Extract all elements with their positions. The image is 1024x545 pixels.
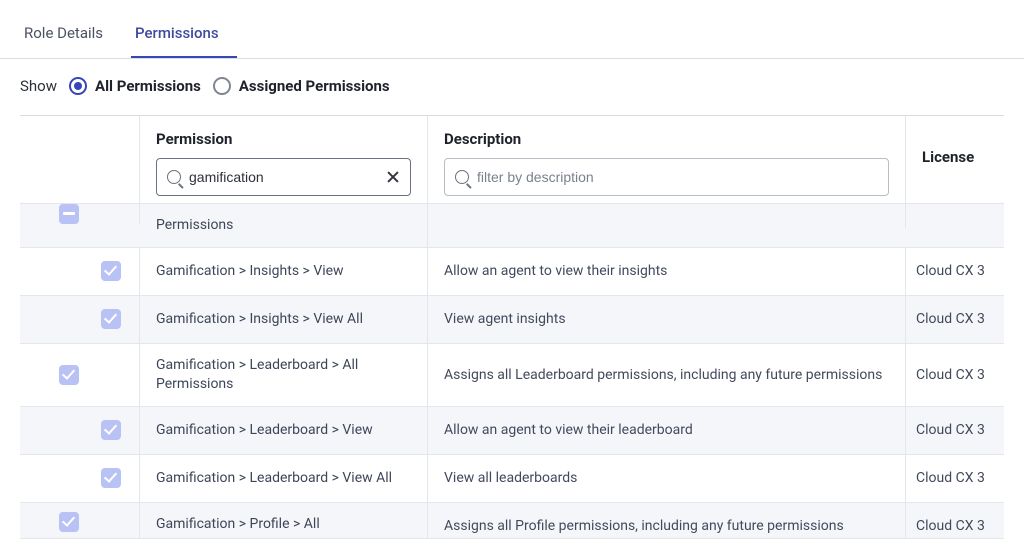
row-checkbox-cell	[20, 344, 140, 406]
radio-assigned-label: Assigned Permissions	[239, 77, 390, 95]
column-header-permission: Permission	[140, 116, 428, 203]
show-label: Show	[20, 77, 57, 95]
table-row: Gamification > Leaderboard > All Permiss…	[20, 344, 1004, 407]
row-license: Cloud CX 3	[906, 455, 1004, 502]
tabs-bar: Role Details Permissions	[0, 14, 1024, 59]
permissions-table: Permission Description License Permissio…	[20, 115, 1004, 539]
column-header-description: Description	[428, 116, 906, 203]
row-description: Assigns all Leaderboard permissions, inc…	[428, 344, 906, 406]
row-description: Assigns all Profile permissions, includi…	[428, 503, 906, 538]
row-checkbox-cell	[20, 204, 140, 224]
row-checkbox-cell	[20, 296, 140, 343]
row-description: Allow an agent to view their leaderboard	[428, 407, 906, 454]
row-checkbox-cell	[20, 407, 140, 454]
description-header-label: Description	[444, 130, 889, 148]
clear-icon[interactable]	[386, 170, 400, 184]
row-permission: Gamification > Insights > View All	[140, 296, 428, 343]
table-row: Gamification > Insights > ViewAllow an a…	[20, 248, 1004, 296]
table-row: Gamification > Insights > View AllView a…	[20, 296, 1004, 344]
row-permission: Gamification > Leaderboard > All Permiss…	[140, 344, 428, 406]
tab-role-details[interactable]: Role Details	[20, 14, 121, 58]
row-permission: Gamification > Profile > All	[140, 503, 428, 538]
tab-permissions[interactable]: Permissions	[131, 14, 237, 58]
column-header-check	[20, 116, 140, 203]
row-checkbox-cell	[20, 248, 140, 295]
row-checkbox-item[interactable]	[101, 420, 121, 440]
row-description: View all leaderboards	[428, 455, 906, 502]
radio-all-permissions[interactable]: All Permissions	[69, 77, 201, 95]
radio-icon	[213, 77, 231, 95]
row-license: Cloud CX 3	[906, 503, 1004, 538]
radio-icon	[69, 77, 87, 95]
row-permission: Permissions	[140, 204, 428, 247]
row-checkbox-item[interactable]	[101, 309, 121, 329]
table-row: Permissions	[20, 204, 1004, 248]
row-license: Cloud CX 3	[906, 248, 1004, 295]
description-filter[interactable]	[444, 158, 889, 196]
row-checkbox-group[interactable]	[59, 365, 79, 385]
row-permission: Gamification > Leaderboard > View	[140, 407, 428, 454]
permission-filter-input[interactable]	[189, 169, 378, 185]
table-row: Gamification > Leaderboard > ViewAllow a…	[20, 407, 1004, 455]
row-permission: Gamification > Leaderboard > View All	[140, 455, 428, 502]
table-body: PermissionsGamification > Insights > Vie…	[20, 204, 1004, 539]
description-filter-input[interactable]	[477, 169, 878, 185]
row-checkbox-cell	[20, 455, 140, 502]
row-checkbox-group[interactable]	[59, 204, 79, 224]
radio-assigned-permissions[interactable]: Assigned Permissions	[213, 77, 390, 95]
table-row: Gamification > Leaderboard > View AllVie…	[20, 455, 1004, 503]
row-license: Cloud CX 3	[906, 344, 1004, 406]
permission-filter[interactable]	[156, 158, 411, 196]
row-checkbox-item[interactable]	[101, 468, 121, 488]
row-license	[906, 204, 1004, 228]
search-icon	[455, 170, 469, 184]
row-checkbox-cell	[20, 503, 140, 538]
radio-all-label: All Permissions	[95, 77, 201, 95]
row-description: View agent insights	[428, 296, 906, 343]
show-filter-row: Show All Permissions Assigned Permission…	[0, 59, 1024, 115]
column-header-license: License	[906, 116, 1004, 203]
row-description: Allow an agent to view their insights	[428, 248, 906, 295]
permission-header-label: Permission	[156, 130, 411, 148]
row-license: Cloud CX 3	[906, 296, 1004, 343]
table-header-row: Permission Description License	[20, 116, 1004, 204]
row-description	[428, 204, 906, 228]
license-header-label: License	[922, 148, 974, 166]
row-checkbox-group[interactable]	[59, 512, 79, 532]
row-license: Cloud CX 3	[906, 407, 1004, 454]
row-permission: Gamification > Insights > View	[140, 248, 428, 295]
row-checkbox-item[interactable]	[101, 261, 121, 281]
table-row: Gamification > Profile > AllAssigns all …	[20, 503, 1004, 539]
search-icon	[167, 170, 181, 184]
